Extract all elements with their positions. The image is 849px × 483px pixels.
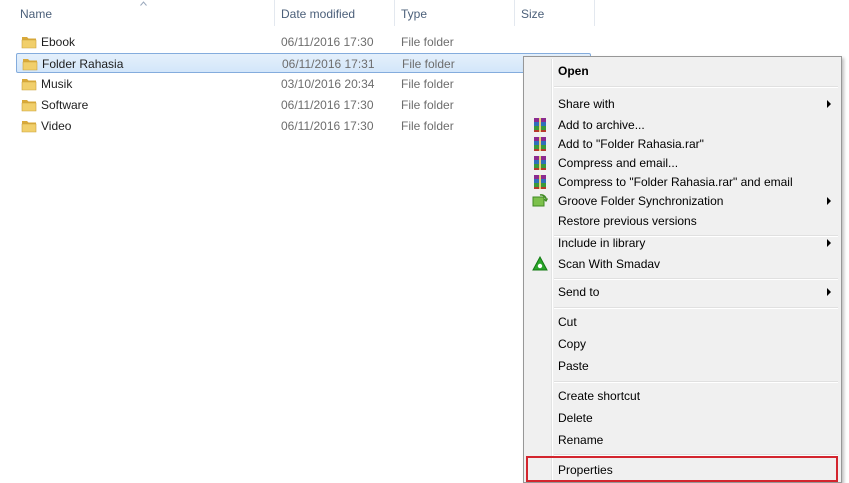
menu-item-open-label: Open bbox=[558, 64, 589, 78]
menu-separator bbox=[554, 381, 838, 383]
menu-item-delete[interactable]: Delete bbox=[526, 408, 839, 428]
menu-item-scan-smadav[interactable]: Scan With Smadav bbox=[526, 254, 839, 274]
folder-icon bbox=[21, 121, 37, 133]
column-header: Name Date modified Type Size bbox=[0, 0, 849, 26]
file-type: File folder bbox=[402, 57, 455, 71]
column-name-label: Name bbox=[20, 7, 53, 21]
winrar-icon bbox=[534, 118, 546, 132]
menu-item-create-shortcut-label: Create shortcut bbox=[558, 389, 641, 403]
column-date-modified[interactable]: Date modified bbox=[275, 0, 395, 26]
menu-item-include-library[interactable]: Include in library bbox=[526, 233, 839, 253]
file-row[interactable]: Musik 03/10/2016 20:34 File folder bbox=[16, 74, 591, 94]
menu-item-delete-label: Delete bbox=[558, 411, 593, 425]
column-size-label: Size bbox=[521, 7, 545, 21]
menu-item-compress-email[interactable]: Compress and email... bbox=[526, 153, 839, 173]
file-date-modified: 06/11/2016 17:30 bbox=[281, 35, 374, 49]
submenu-arrow-icon bbox=[827, 100, 831, 108]
file-date-modified: 06/11/2016 17:30 bbox=[281, 119, 374, 133]
file-type: File folder bbox=[401, 35, 454, 49]
menu-item-add-to-archive[interactable]: Add to archive... bbox=[526, 115, 839, 135]
submenu-arrow-icon bbox=[827, 239, 831, 247]
winrar-icon bbox=[534, 156, 546, 170]
menu-item-cut[interactable]: Cut bbox=[526, 312, 839, 332]
menu-item-add-to-rar[interactable]: Add to "Folder Rahasia.rar" bbox=[526, 134, 839, 154]
menu-item-create-shortcut[interactable]: Create shortcut bbox=[526, 386, 839, 406]
menu-item-restore-versions-label: Restore previous versions bbox=[558, 214, 697, 228]
file-name: Folder Rahasia bbox=[42, 57, 124, 71]
menu-item-share-with[interactable]: Share with bbox=[526, 94, 839, 114]
menu-item-add-to-rar-label: Add to "Folder Rahasia.rar" bbox=[558, 137, 704, 151]
menu-item-add-to-archive-label: Add to archive... bbox=[558, 118, 645, 132]
winrar-icon bbox=[534, 175, 546, 189]
menu-item-include-library-label: Include in library bbox=[558, 236, 646, 250]
file-name: Software bbox=[41, 98, 89, 112]
menu-item-scan-smadav-label: Scan With Smadav bbox=[558, 257, 661, 271]
file-row[interactable]: Folder Rahasia 06/11/2016 17:31 File folde… bbox=[16, 53, 591, 73]
menu-item-restore-versions[interactable]: Restore previous versions bbox=[526, 211, 839, 231]
file-type: File folder bbox=[401, 98, 454, 112]
menu-item-share-with-label: Share with bbox=[558, 97, 615, 111]
context-menu: Open Share with Add to archive... Add to… bbox=[523, 56, 842, 483]
folder-icon bbox=[21, 37, 37, 49]
menu-item-compress-rar-email[interactable]: Compress to "Folder Rahasia.rar" and ema… bbox=[526, 172, 839, 192]
submenu-arrow-icon bbox=[827, 197, 831, 205]
properties-highlight-box bbox=[526, 456, 838, 482]
menu-item-send-to-label: Send to bbox=[558, 285, 600, 299]
menu-item-copy-label: Copy bbox=[558, 337, 587, 351]
menu-separator bbox=[554, 86, 838, 88]
submenu-arrow-icon bbox=[827, 288, 831, 296]
smadav-icon bbox=[532, 256, 548, 271]
menu-item-paste-label: Paste bbox=[558, 359, 589, 373]
menu-item-cut-label: Cut bbox=[558, 315, 577, 329]
menu-separator bbox=[554, 307, 838, 309]
file-type: File folder bbox=[401, 77, 454, 91]
menu-item-compress-rar-email-label: Compress to "Folder Rahasia.rar" and ema… bbox=[558, 175, 793, 189]
file-name: Musik bbox=[41, 77, 73, 91]
menu-item-copy[interactable]: Copy bbox=[526, 334, 839, 354]
column-type-label: Type bbox=[401, 7, 428, 21]
menu-item-groove-sync-label: Groove Folder Synchronization bbox=[558, 194, 724, 208]
file-date-modified: 03/10/2016 20:34 bbox=[281, 77, 375, 91]
file-date-modified: 06/11/2016 17:30 bbox=[281, 98, 374, 112]
column-type[interactable]: Type bbox=[395, 0, 515, 26]
file-name: Video bbox=[41, 119, 72, 133]
menu-item-rename-label: Rename bbox=[558, 433, 604, 447]
file-type: File folder bbox=[401, 119, 454, 133]
groove-icon bbox=[532, 194, 548, 207]
menu-item-send-to[interactable]: Send to bbox=[526, 282, 839, 302]
column-date-modified-label: Date modified bbox=[281, 7, 356, 21]
file-row[interactable]: Video 06/11/2016 17:30 File folder bbox=[16, 116, 591, 136]
file-row[interactable]: Ebook 06/11/2016 17:30 File folder bbox=[16, 32, 591, 52]
winrar-icon bbox=[534, 137, 546, 151]
menu-item-open[interactable]: Open bbox=[526, 61, 839, 81]
file-row[interactable]: Software 06/11/2016 17:30 File folder bbox=[16, 95, 591, 115]
menu-item-compress-email-label: Compress and email... bbox=[558, 156, 679, 170]
folder-icon bbox=[21, 100, 37, 112]
menu-separator bbox=[554, 278, 838, 280]
menu-item-paste[interactable]: Paste bbox=[526, 356, 839, 376]
folder-icon bbox=[21, 79, 37, 91]
sort-arrow-icon bbox=[140, 1, 147, 6]
column-size[interactable]: Size bbox=[515, 0, 595, 26]
file-name: Ebook bbox=[41, 35, 76, 49]
menu-item-rename[interactable]: Rename bbox=[526, 430, 839, 450]
folder-icon bbox=[22, 59, 38, 71]
file-date-modified: 06/11/2016 17:31 bbox=[282, 57, 375, 71]
menu-item-groove-sync[interactable]: Groove Folder Synchronization bbox=[526, 191, 839, 211]
